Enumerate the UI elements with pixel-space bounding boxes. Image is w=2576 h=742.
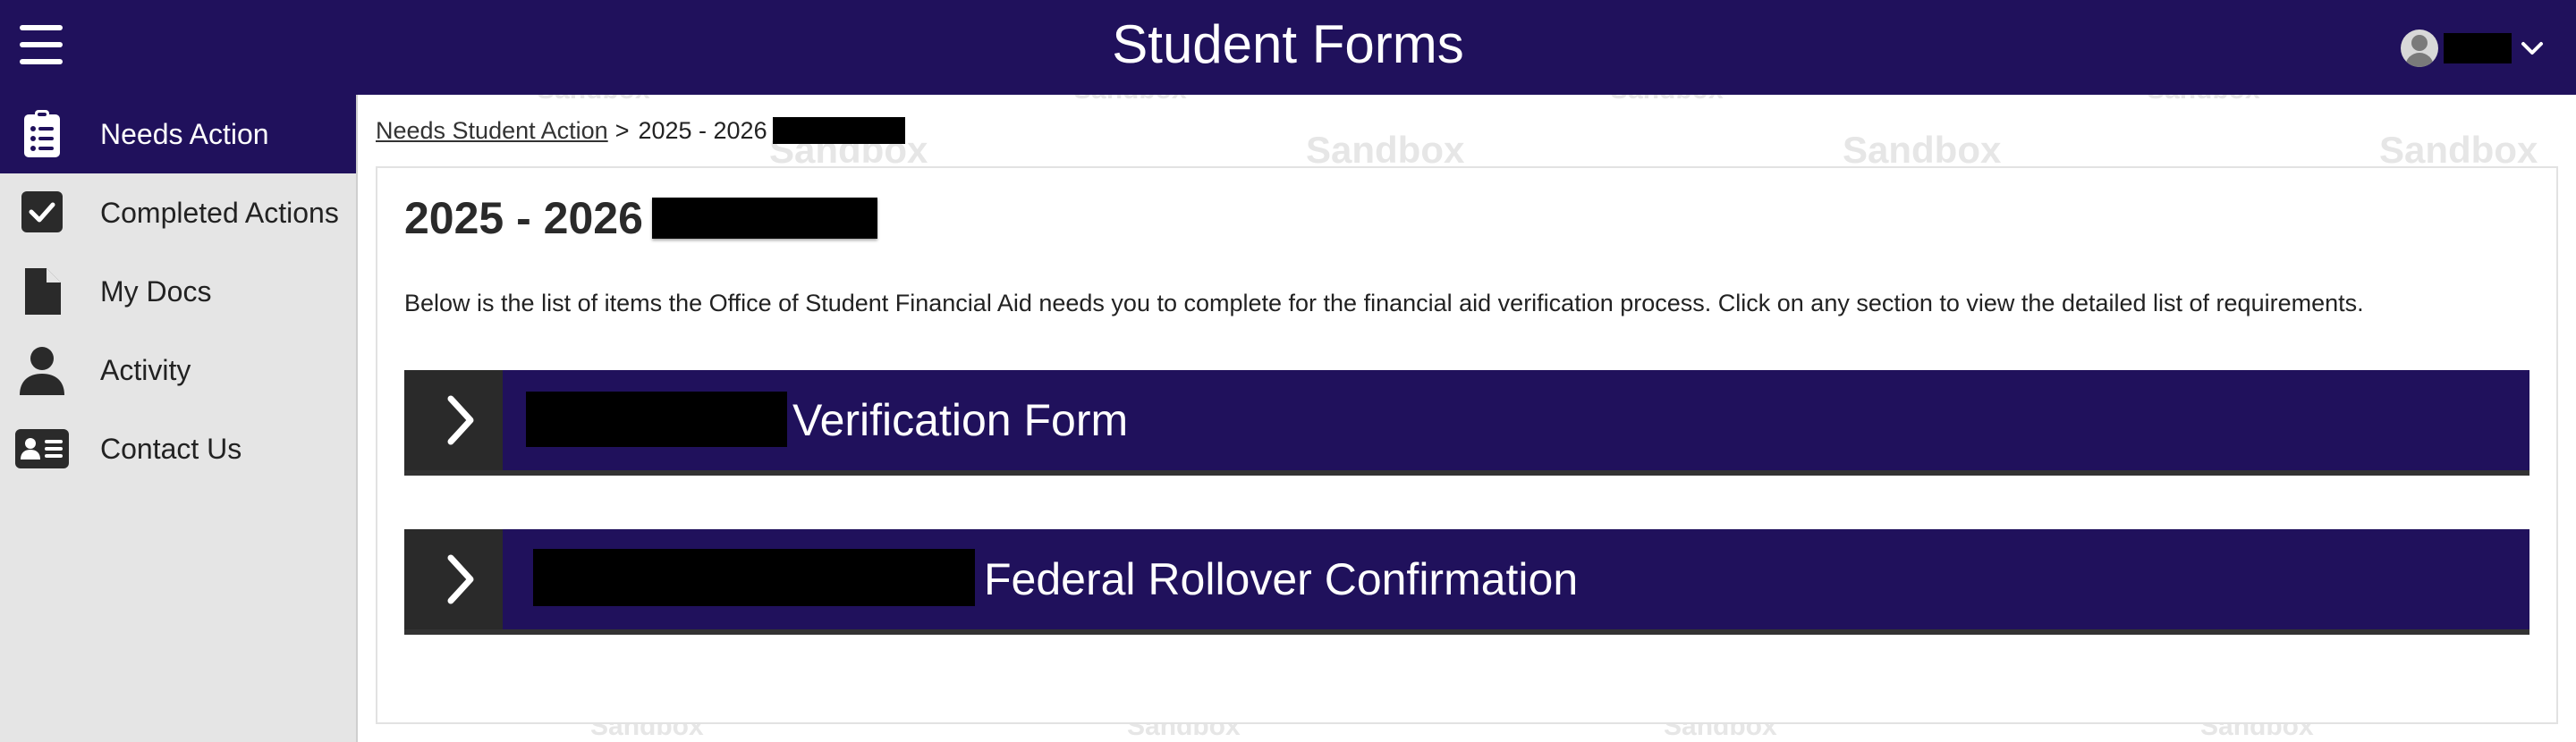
chevron-right-icon bbox=[447, 395, 474, 445]
user-icon bbox=[20, 347, 64, 395]
user-menu[interactable] bbox=[2401, 27, 2544, 70]
redacted-section-text bbox=[526, 392, 787, 447]
redacted-title-text bbox=[651, 198, 877, 239]
redacted-username bbox=[2444, 33, 2512, 63]
clipboard-list-icon bbox=[24, 110, 60, 157]
content-card: 2025 - 2026 Below is the list of items t… bbox=[376, 166, 2558, 724]
contact-card-icon bbox=[15, 429, 69, 468]
sidebar-item-label: Needs Action bbox=[100, 117, 269, 150]
sandbox-watermark: Sandbox bbox=[1306, 129, 1465, 171]
sandbox-watermark: Sandbox bbox=[2379, 129, 2538, 171]
sidebar-item-label: Completed Actions bbox=[100, 196, 339, 229]
sidebar: Needs Action Completed Actions My Docs A… bbox=[0, 95, 358, 742]
redacted-section-text bbox=[533, 549, 975, 606]
accordion-label: Verification Form bbox=[792, 395, 1129, 445]
document-icon bbox=[25, 268, 61, 315]
checkbox-checked-icon bbox=[21, 191, 63, 232]
page-title: 2025 - 2026 bbox=[404, 191, 877, 245]
sidebar-item-label: My Docs bbox=[100, 274, 212, 308]
hamburger-menu-icon[interactable] bbox=[20, 23, 63, 66]
page-title-text: 2025 - 2026 bbox=[404, 193, 643, 243]
breadcrumb-separator: > bbox=[614, 117, 630, 144]
chevron-right-icon bbox=[447, 554, 474, 604]
main-content: Sandbox Sandbox Sandbox Sandbox Sandbox … bbox=[358, 95, 2576, 742]
sidebar-item-activity[interactable]: Activity bbox=[0, 331, 356, 409]
sidebar-item-needs-action[interactable]: Needs Action bbox=[0, 95, 356, 173]
sidebar-item-label: Activity bbox=[100, 353, 191, 386]
app-title: Student Forms bbox=[1112, 14, 1464, 74]
expand-toggle[interactable] bbox=[404, 529, 503, 629]
sandbox-watermark: Sandbox bbox=[537, 95, 650, 105]
sidebar-item-completed-actions[interactable]: Completed Actions bbox=[0, 173, 356, 252]
chevron-down-icon bbox=[2521, 42, 2543, 55]
expand-toggle[interactable] bbox=[404, 370, 503, 470]
accordion-federal-rollover-confirmation[interactable]: Federal Rollover Confirmation bbox=[404, 529, 2529, 635]
sandbox-watermark: Sandbox bbox=[1843, 129, 2002, 171]
accordion-label: Federal Rollover Confirmation bbox=[984, 554, 1579, 604]
sidebar-item-contact-us[interactable]: Contact Us bbox=[0, 409, 356, 488]
avatar-icon bbox=[2401, 30, 2438, 67]
breadcrumb-link-needs-student-action[interactable]: Needs Student Action bbox=[376, 113, 608, 148]
breadcrumb-current: 2025 - 2026 bbox=[638, 117, 767, 144]
sandbox-watermark: Sandbox bbox=[1073, 95, 1187, 105]
sandbox-watermark: Sandbox bbox=[2147, 95, 2260, 105]
breadcrumb: Needs Student Action > 2025 - 2026 bbox=[376, 113, 905, 148]
accordion-verification-form[interactable]: Verification Form bbox=[404, 370, 2529, 476]
sidebar-item-label: Contact Us bbox=[100, 432, 242, 465]
redacted-breadcrumb-text bbox=[772, 117, 905, 144]
intro-text: Below is the list of items the Office of… bbox=[404, 290, 2364, 316]
sandbox-watermark: Sandbox bbox=[1610, 95, 1724, 105]
top-bar: Student Forms bbox=[0, 0, 2576, 95]
sidebar-item-my-docs[interactable]: My Docs bbox=[0, 252, 356, 331]
